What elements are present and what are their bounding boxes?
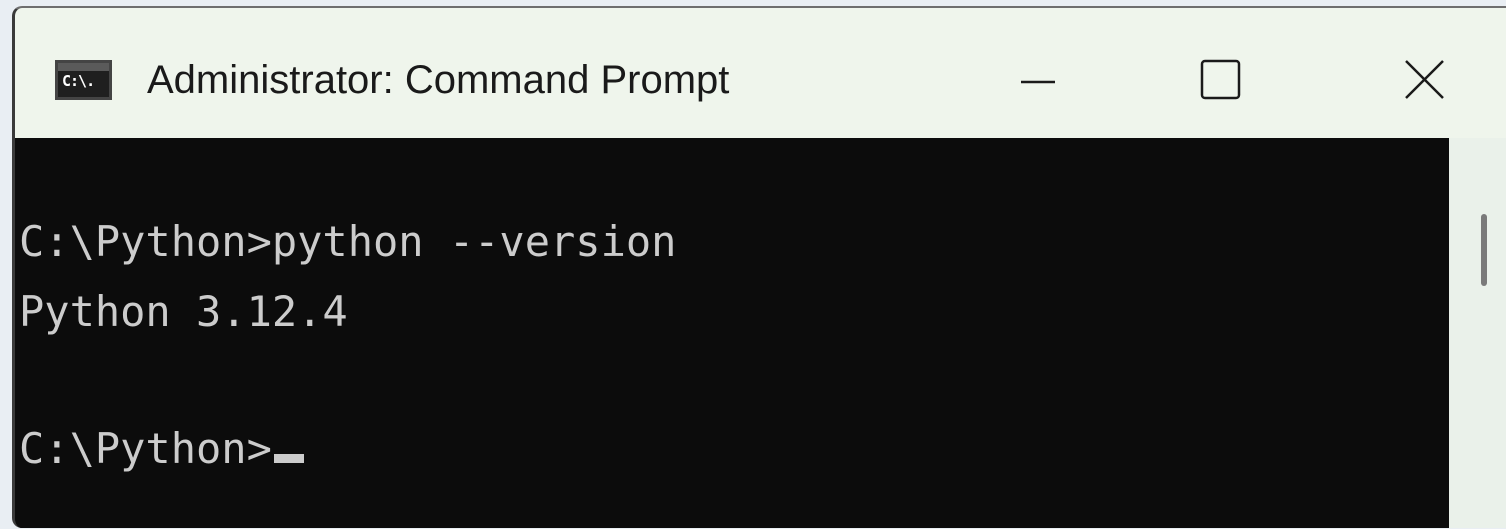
console-line: Python 3.12.4 [19,287,348,336]
title-bar[interactable]: C:\. Administrator: Command Prompt [15,8,1506,138]
maximize-button[interactable] [1189,36,1299,126]
minimize-icon [1021,80,1055,84]
minimize-button[interactable] [985,36,1095,126]
console-prompt-line[interactable]: C:\Python> [19,423,304,475]
scrollbar-thumb[interactable] [1481,214,1487,286]
maximize-icon [1200,59,1241,100]
cmd-icon[interactable]: C:\. [55,60,112,100]
close-button[interactable] [1379,36,1489,126]
console-line: C:\Python>python --version [19,217,677,266]
text-cursor [273,454,304,463]
console-prompt: C:\Python> [19,424,272,473]
cmd-icon-bar [58,63,109,71]
close-icon [1405,60,1444,99]
window-title: Administrator: Command Prompt [147,58,730,102]
cmd-icon-text: C:\. [62,72,95,90]
command-prompt-window: C:\. Administrator: Command Prompt C:\Py… [12,6,1506,528]
console-output[interactable]: C:\Python>python --version Python 3.12.4… [15,138,1449,528]
vertical-scrollbar[interactable] [1449,138,1506,528]
